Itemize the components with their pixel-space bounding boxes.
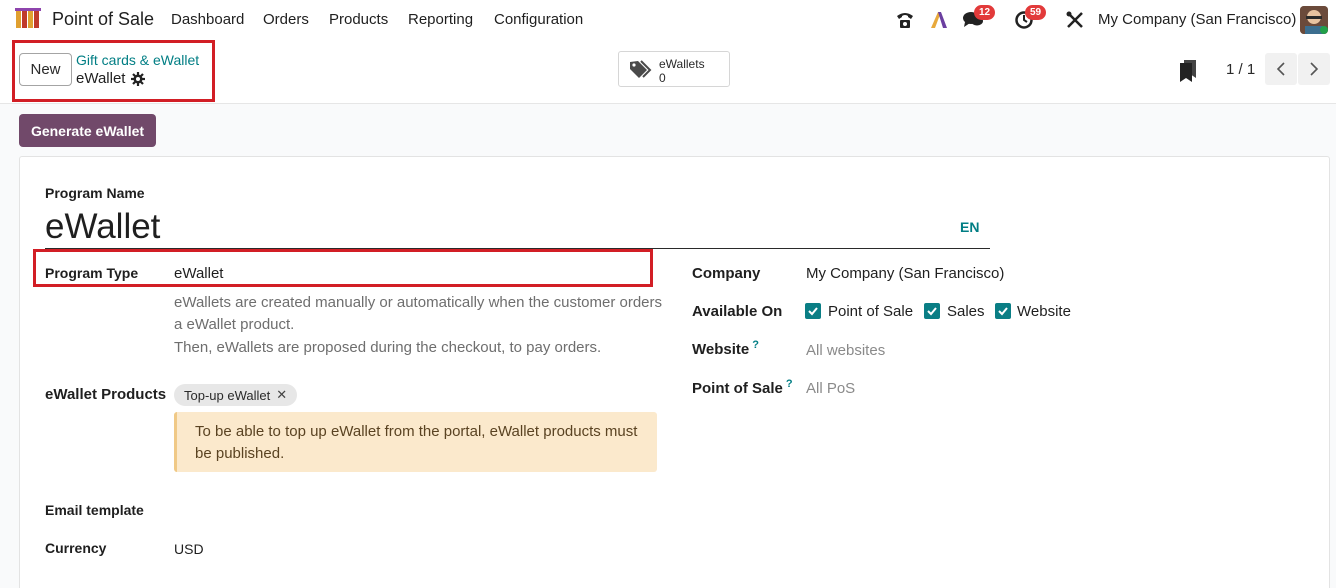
website-select[interactable]: All websites [806, 342, 885, 359]
breadcrumb-current: eWallet [76, 70, 126, 87]
product-tag-label: Top-up eWallet [184, 387, 271, 403]
check-icon [927, 307, 937, 316]
smart-button-count: 0 [659, 71, 666, 85]
product-tag: Top-up eWallet ✕ [174, 384, 298, 406]
gear-icon[interactable] [131, 72, 145, 86]
tags-icon [630, 60, 652, 78]
available-on-pos-checkbox[interactable] [805, 303, 821, 319]
smart-button-label: eWallets [659, 57, 705, 71]
pager-next-button[interactable] [1298, 53, 1330, 85]
program-type-help-line2: a eWallet product. [174, 316, 295, 333]
website-label-text: Website [692, 341, 750, 358]
generate-ewallet-button[interactable]: Generate eWallet [19, 114, 156, 147]
chevron-right-icon [1310, 62, 1319, 76]
currency-select[interactable]: USD [174, 541, 204, 557]
menu-orders[interactable]: Orders [263, 11, 309, 28]
tag-remove-icon[interactable]: ✕ [276, 387, 287, 403]
program-name-input[interactable]: eWallet [45, 205, 990, 249]
app-title[interactable]: Point of Sale [52, 9, 154, 30]
pager-previous-button[interactable] [1265, 53, 1297, 85]
menu-products[interactable]: Products [329, 11, 388, 28]
bookmark-icon[interactable] [1180, 60, 1196, 82]
breadcrumb-parent-link[interactable]: Gift cards & eWallet [76, 52, 199, 68]
pos-select[interactable]: All PoS [806, 380, 855, 397]
pager-value[interactable]: 1 / 1 [1226, 61, 1255, 78]
program-type-help-line3: Then, eWallets are proposed during the c… [174, 339, 602, 356]
alert-line2: be published. [195, 445, 285, 462]
ewallets-smart-button[interactable]: eWallets 0 [618, 51, 730, 87]
alert-line1: To be able to top up eWallet from the po… [195, 423, 638, 440]
ewallet-products-label: eWallet Products [45, 386, 167, 403]
program-type-label: Program Type [45, 265, 139, 281]
publish-warning-alert: To be able to top up eWallet from the po… [174, 412, 657, 472]
available-on-website-checkbox[interactable] [995, 303, 1011, 319]
program-type-select[interactable]: eWallet [174, 265, 223, 282]
website-help-icon[interactable]: ? [752, 339, 759, 351]
activities-badge: 59 [1025, 5, 1047, 20]
pos-label-text: Point of Sale [692, 380, 783, 397]
control-panel: New Gift cards & eWallet eWallet eWallet… [0, 40, 1336, 104]
menu-configuration[interactable]: Configuration [494, 11, 583, 28]
pos-help-icon[interactable]: ? [786, 378, 793, 390]
menu-dashboard[interactable]: Dashboard [171, 11, 244, 28]
chevron-left-icon [1276, 62, 1285, 76]
email-template-label: Email template [45, 502, 144, 518]
program-type-help-line1: eWallets are created manually or automat… [174, 294, 662, 311]
company-select[interactable]: My Company (San Francisco) [806, 265, 1004, 282]
company-switcher[interactable]: My Company (San Francisco) [1098, 11, 1296, 28]
activity-clock-icon[interactable]: 59 [1013, 5, 1047, 31]
language-button[interactable]: EN [960, 219, 979, 235]
pos-app-icon[interactable] [15, 8, 45, 30]
messages-badge: 12 [974, 5, 996, 20]
new-button[interactable]: New [19, 53, 72, 86]
available-on-label: Available On [692, 303, 783, 320]
program-name-label: Program Name [45, 185, 145, 201]
check-icon [808, 307, 818, 316]
available-on-website-label: Website [1017, 303, 1071, 320]
available-on-sales-checkbox[interactable] [924, 303, 940, 319]
phone-icon[interactable] [894, 9, 916, 31]
tools-icon[interactable] [1064, 9, 1086, 31]
ai-icon[interactable] [928, 9, 950, 31]
check-icon [998, 307, 1008, 316]
available-on-sales-label: Sales [947, 303, 985, 320]
website-label: Website? [692, 339, 759, 358]
menu-reporting[interactable]: Reporting [408, 11, 473, 28]
chat-icon[interactable]: 12 [962, 5, 996, 31]
currency-label: Currency [45, 540, 107, 556]
available-on-pos-label: Point of Sale [828, 303, 914, 320]
company-label: Company [692, 265, 761, 282]
top-navbar: Point of Sale Dashboard Orders Products … [0, 0, 1336, 40]
user-avatar[interactable] [1300, 6, 1328, 34]
pos-label: Point of Sale? [692, 378, 793, 397]
